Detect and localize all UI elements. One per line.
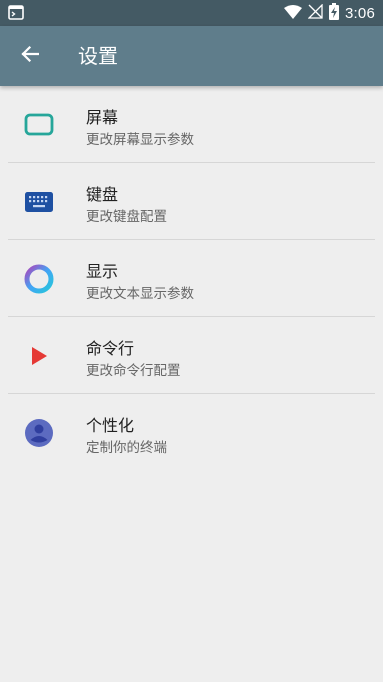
settings-item-subtitle: 更改命令行配置: [86, 363, 181, 379]
settings-item-subtitle: 更改键盘配置: [86, 209, 167, 225]
status-bar: 3:06: [0, 0, 383, 26]
settings-item-title: 屏幕: [86, 108, 119, 127]
settings-item-personalize[interactable]: 个性化 定制你的终端: [0, 394, 383, 471]
terminal-notification-icon: [8, 5, 24, 24]
person-icon: [22, 416, 56, 450]
screen-icon: [22, 108, 56, 142]
app-bar: 设置: [0, 26, 383, 86]
settings-list: 屏幕 更改屏幕显示参数 键盘 更改键盘配置 显示 更改文本显示参数 命令行 更改…: [0, 86, 383, 471]
settings-item-title: 个性化: [86, 416, 135, 435]
settings-item-subtitle: 更改文本显示参数: [86, 286, 194, 302]
settings-item-title: 命令行: [86, 339, 135, 358]
arrow-back-icon: [21, 45, 40, 67]
settings-item-screen[interactable]: 屏幕 更改屏幕显示参数: [0, 86, 383, 163]
display-ring-icon: [22, 262, 56, 296]
settings-item-display[interactable]: 显示 更改文本显示参数: [0, 240, 383, 317]
settings-item-subtitle: 定制你的终端: [86, 440, 167, 456]
no-signal-icon: [307, 2, 323, 23]
play-icon: [22, 339, 56, 373]
keyboard-icon: [22, 185, 56, 219]
settings-item-title: 键盘: [86, 185, 119, 204]
page-title: 设置: [78, 44, 118, 68]
settings-item-subtitle: 更改屏幕显示参数: [86, 132, 194, 148]
clock: 3:06: [345, 4, 375, 22]
wifi-icon: [284, 4, 302, 23]
settings-item-keyboard[interactable]: 键盘 更改键盘配置: [0, 163, 383, 240]
back-button[interactable]: [8, 34, 52, 78]
settings-item-command-line[interactable]: 命令行 更改命令行配置: [0, 317, 383, 394]
battery-charging-icon: [329, 2, 339, 24]
settings-item-title: 显示: [86, 262, 119, 281]
